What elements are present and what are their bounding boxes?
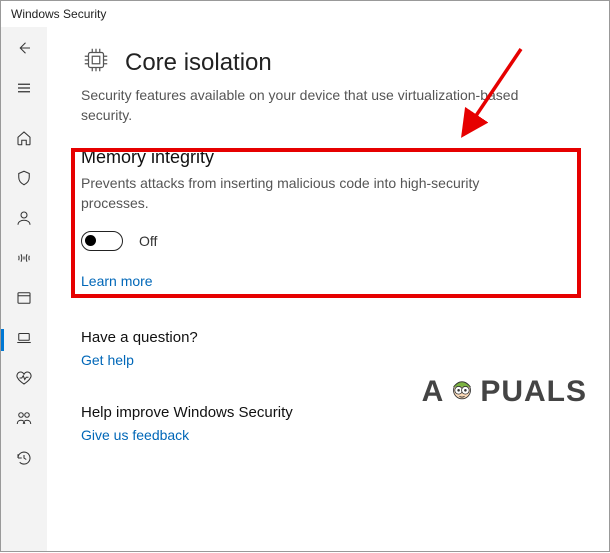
sidebar-item-history[interactable] xyxy=(4,441,44,479)
menu-button[interactable] xyxy=(4,71,44,109)
sidebar-item-account[interactable] xyxy=(4,201,44,239)
memory-integrity-toggle[interactable] xyxy=(81,231,123,251)
question-section: Have a question? Get help xyxy=(81,329,575,368)
chip-icon xyxy=(81,45,111,80)
page-subtitle: Security features available on your devi… xyxy=(81,86,561,125)
memory-integrity-section: Memory integrity Prevents attacks from i… xyxy=(81,147,575,289)
sidebar-item-firewall[interactable] xyxy=(4,241,44,279)
history-icon xyxy=(15,449,33,472)
feedback-link[interactable]: Give us feedback xyxy=(81,427,575,443)
sidebar xyxy=(1,27,47,551)
signal-icon xyxy=(15,249,33,272)
laptop-icon xyxy=(15,329,33,352)
hamburger-icon xyxy=(15,79,33,102)
back-button[interactable] xyxy=(4,31,44,69)
get-help-link[interactable]: Get help xyxy=(81,352,575,368)
main-content: Core isolation Security features availab… xyxy=(47,27,609,551)
feedback-heading: Help improve Windows Security xyxy=(81,404,575,421)
feedback-section: Help improve Windows Security Give us fe… xyxy=(81,404,575,443)
page-title: Core isolation xyxy=(125,49,272,77)
heart-icon xyxy=(15,369,33,392)
sidebar-item-virus[interactable] xyxy=(4,161,44,199)
memory-integrity-heading: Memory integrity xyxy=(81,147,575,168)
arrow-left-icon xyxy=(15,39,33,62)
sidebar-item-performance[interactable] xyxy=(4,361,44,399)
sidebar-item-app-browser[interactable] xyxy=(4,281,44,319)
sidebar-item-home[interactable] xyxy=(4,121,44,159)
question-heading: Have a question? xyxy=(81,329,575,346)
learn-more-link[interactable]: Learn more xyxy=(81,273,575,289)
memory-integrity-description: Prevents attacks from inserting maliciou… xyxy=(81,174,541,213)
home-icon xyxy=(15,129,33,152)
toggle-state-label: Off xyxy=(139,233,157,249)
person-icon xyxy=(15,209,33,232)
window-title: Windows Security xyxy=(1,1,609,27)
shield-icon xyxy=(15,169,33,192)
sidebar-item-family[interactable] xyxy=(4,401,44,439)
family-icon xyxy=(15,409,33,432)
window-icon xyxy=(15,289,33,312)
sidebar-item-device-security[interactable] xyxy=(4,321,44,359)
